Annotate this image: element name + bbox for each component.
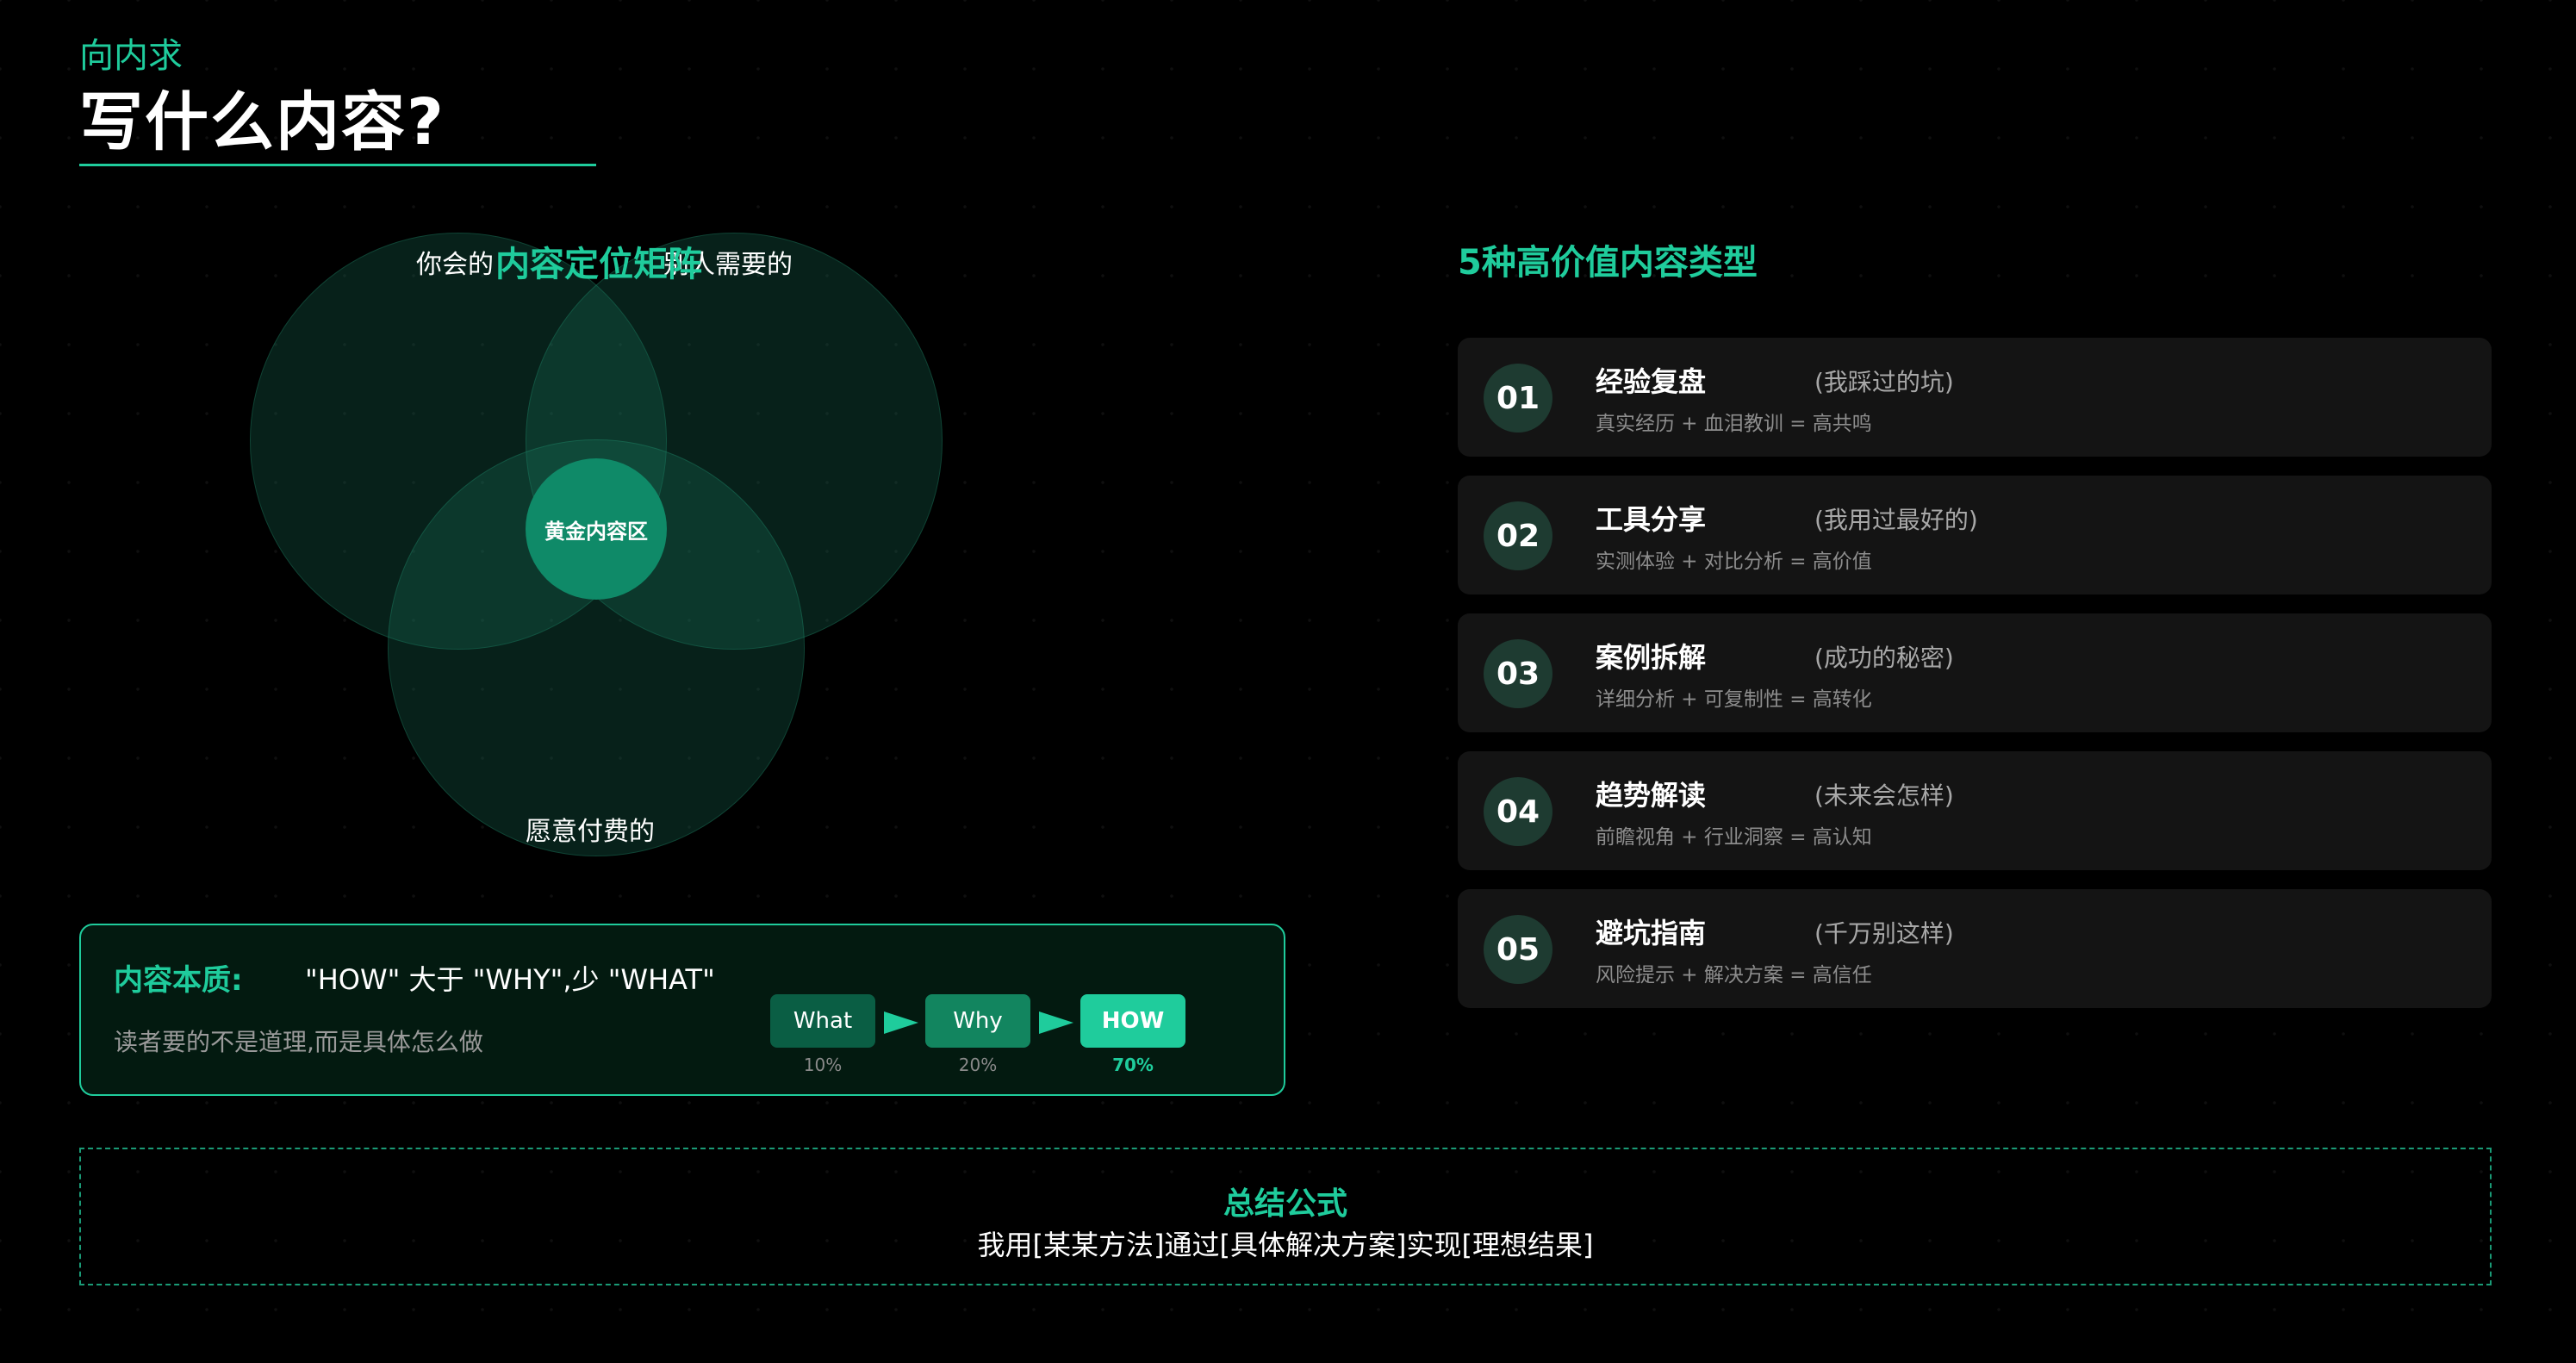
golden-zone: 黄金内容区: [526, 458, 667, 600]
step-what-percent: 10%: [803, 1055, 843, 1075]
golden-zone-label: 黄金内容区: [544, 519, 648, 544]
step-why-percent: 20%: [958, 1055, 998, 1075]
card-number-badge: 01: [1484, 364, 1552, 433]
arrow-right-icon: [884, 1011, 918, 1034]
card-note: (成功的秘密): [1814, 644, 1954, 672]
step-what: What: [770, 994, 875, 1048]
essence-label: 内容本质:: [114, 963, 243, 998]
essence-quote: "HOW" 大于 "WHY",少 "WHAT": [305, 963, 715, 996]
card-title: 避坑指南: [1596, 917, 1707, 949]
summary-title: 总结公式: [1223, 1186, 1347, 1222]
card-number-badge: 04: [1484, 777, 1552, 846]
card-number-badge: 03: [1484, 639, 1552, 708]
card-description: 真实经历 + 血泪教训 = 高共鸣: [1596, 413, 1872, 435]
step-why: Why: [925, 994, 1030, 1048]
content-type-card: 05 避坑指南 (千万别这样) 风险提示 + 解决方案 = 高信任: [1458, 889, 2492, 1008]
essence-description: 读者要的不是道理,而是具体怎么做: [114, 1028, 483, 1056]
content-type-card: 04 趋势解读 (未来会怎样) 前瞻视角 + 行业洞察 = 高认知: [1458, 751, 2492, 870]
venn-label-pay: 愿意付费的: [526, 817, 655, 847]
summary-formula-box: 总结公式 我用[某某方法]通过[具体解决方案]实现[理想结果]: [79, 1148, 2492, 1285]
card-note: (我踩过的坑): [1814, 368, 1954, 396]
card-description: 详细分析 + 可复制性 = 高转化: [1596, 688, 1872, 711]
venn-diagram: 黄金内容区 你会的 别人需要的 内容定位矩阵 愿意付费的: [0, 0, 1292, 905]
card-note: (我用过最好的): [1814, 506, 1978, 534]
content-essence-box: 内容本质: "HOW" 大于 "WHY",少 "WHAT" 读者要的不是道理,而…: [79, 924, 1285, 1096]
card-title: 工具分享: [1596, 503, 1707, 536]
card-description: 实测体验 + 对比分析 = 高价值: [1596, 551, 1872, 573]
card-title: 经验复盘: [1596, 365, 1707, 398]
content-type-card: 02 工具分享 (我用过最好的) 实测体验 + 对比分析 = 高价值: [1458, 476, 2492, 594]
card-number-badge: 05: [1484, 915, 1552, 984]
card-note: (未来会怎样): [1814, 781, 1954, 810]
arrow-right-icon: [1039, 1011, 1073, 1034]
step-how: HOW: [1080, 994, 1185, 1048]
card-description: 前瞻视角 + 行业洞察 = 高认知: [1596, 826, 1872, 849]
card-description: 风险提示 + 解决方案 = 高信任: [1596, 964, 1872, 986]
venn-label-skills: 你会的: [416, 250, 494, 280]
card-number-badge: 02: [1484, 501, 1552, 570]
slide: 向内求 写什么内容? 黄金内容区 你会的 别人需要的 内容定位矩阵 愿意付费的 …: [0, 0, 2576, 1363]
content-type-card: 01 经验复盘 (我踩过的坑) 真实经历 + 血泪教训 = 高共鸣: [1458, 338, 2492, 457]
summary-formula: 我用[某某方法]通过[具体解决方案]实现[理想结果]: [977, 1229, 1594, 1261]
content-types-title: 5种高价值内容类型: [1458, 243, 1758, 283]
step-how-percent: 70%: [1112, 1055, 1154, 1075]
card-title: 趋势解读: [1596, 779, 1707, 812]
venn-title: 内容定位矩阵: [495, 245, 702, 284]
card-note: (千万别这样): [1814, 919, 1954, 948]
card-title: 案例拆解: [1596, 641, 1707, 674]
content-type-card: 03 案例拆解 (成功的秘密) 详细分析 + 可复制性 = 高转化: [1458, 613, 2492, 732]
